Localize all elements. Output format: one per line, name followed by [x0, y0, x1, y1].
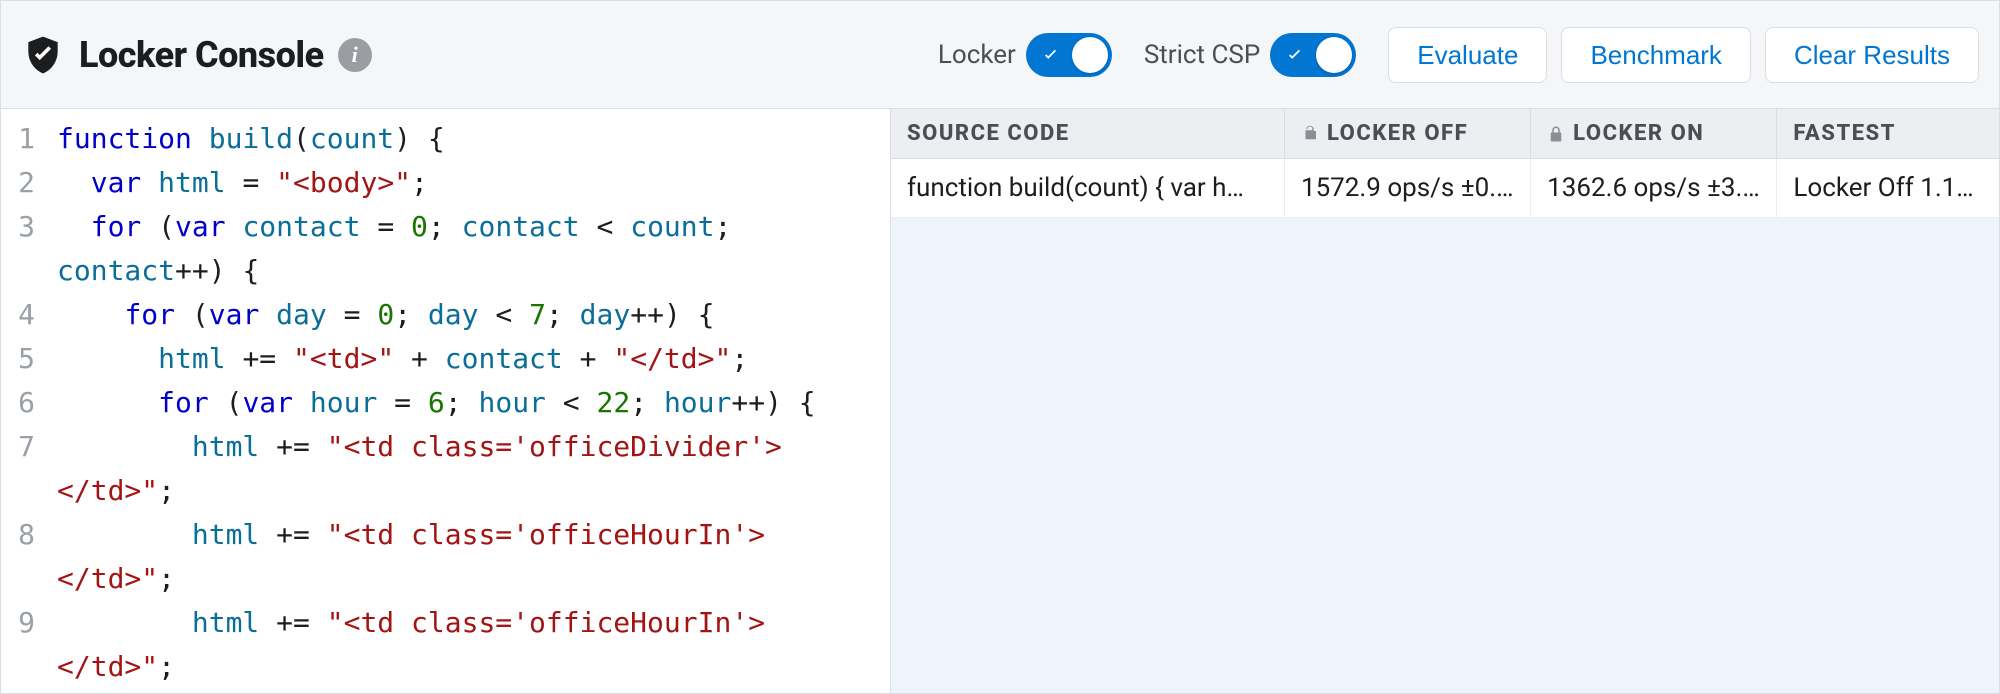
- brand: Locker Console i: [21, 33, 372, 77]
- app-root: Locker Console i Locker Strict CSP Evalu…: [0, 0, 2000, 694]
- header: Locker Console i Locker Strict CSP Evalu…: [1, 1, 1999, 109]
- col-locker-on: Locker On: [1531, 109, 1777, 158]
- toggle-knob: [1072, 37, 1108, 73]
- line-number: 9: [7, 601, 35, 645]
- results-panel: Source Code Locker Off Locker On Fastest…: [891, 109, 1999, 693]
- code-line: html += "<td class='officeHourIn'></td>"…: [57, 601, 878, 689]
- info-icon[interactable]: i: [338, 38, 372, 72]
- code-line: html += "<td class='officeDivider'></td>…: [57, 425, 878, 513]
- code-line: function build(count) {: [57, 117, 878, 161]
- line-number: 1: [7, 117, 35, 161]
- code-area[interactable]: function build(count) { var html = "<bod…: [45, 109, 890, 693]
- col-fastest-label: Fastest: [1793, 121, 1896, 146]
- results-body: function build(count) { var h…1572.9 ops…: [891, 159, 1999, 218]
- main: 123 4567 8 9 function build(count) { var…: [1, 109, 1999, 693]
- code-line: for (var contact = 0; contact < count; c…: [57, 205, 878, 293]
- lock-closed-icon: [1547, 125, 1565, 143]
- code-line: for (var day = 0; day < 7; day++) {: [57, 293, 878, 337]
- col-locker-off: Locker Off: [1285, 109, 1531, 158]
- table-cell-fastest: Locker Off 1.15 x: [1777, 159, 1999, 218]
- col-source-label: Source Code: [907, 121, 1070, 146]
- results-header-row: Source Code Locker Off Locker On Fastest: [891, 109, 1999, 159]
- benchmark-button[interactable]: Benchmark: [1561, 27, 1751, 83]
- toggle-csp-group: Strict CSP: [1144, 33, 1356, 77]
- code-editor[interactable]: 123 4567 8 9 function build(count) { var…: [1, 109, 891, 693]
- shield-icon: [21, 33, 65, 77]
- col-locker-on-label: Locker On: [1573, 121, 1704, 146]
- table-cell-locker_on: 1362.6 ops/s ±3.1%: [1531, 159, 1777, 218]
- toggle-strict-csp[interactable]: [1270, 33, 1356, 77]
- line-number: 8: [7, 513, 35, 557]
- code-line: var html = "<body>";: [57, 161, 878, 205]
- toggle-knob: [1316, 37, 1352, 73]
- line-number: 6: [7, 381, 35, 425]
- toggle-locker-group: Locker: [938, 33, 1112, 77]
- line-gutter: 123 4567 8 9: [1, 109, 45, 693]
- page-title: Locker Console: [79, 34, 324, 76]
- table-cell-locker_off: 1572.9 ops/s ±0.5%: [1285, 159, 1531, 218]
- line-number: 4: [7, 293, 35, 337]
- lock-open-icon: [1301, 125, 1319, 143]
- check-icon: [1284, 44, 1306, 66]
- code-line: for (var hour = 6; hour < 22; hour++) {: [57, 381, 878, 425]
- toggle-locker-label: Locker: [938, 40, 1016, 70]
- line-number: 7: [7, 425, 35, 469]
- check-icon: [1040, 44, 1062, 66]
- col-locker-off-label: Locker Off: [1327, 121, 1468, 146]
- code-line: html += "<td class='officeHourIn'></td>"…: [57, 513, 878, 601]
- line-number: [7, 249, 35, 293]
- line-number: [7, 645, 35, 689]
- toggle-csp-label: Strict CSP: [1144, 40, 1260, 70]
- col-source: Source Code: [891, 109, 1285, 158]
- col-fastest: Fastest: [1777, 109, 1999, 158]
- table-cell-source: function build(count) { var h…: [891, 159, 1285, 218]
- evaluate-button[interactable]: Evaluate: [1388, 27, 1547, 83]
- code-line: html += "<td>" + contact + "</td>";: [57, 337, 878, 381]
- line-number: [7, 557, 35, 601]
- toggle-locker[interactable]: [1026, 33, 1112, 77]
- results-empty-area: [891, 218, 1999, 693]
- line-number: 3: [7, 205, 35, 249]
- line-number: 2: [7, 161, 35, 205]
- line-number: 5: [7, 337, 35, 381]
- line-number: [7, 469, 35, 513]
- clear-results-button[interactable]: Clear Results: [1765, 27, 1979, 83]
